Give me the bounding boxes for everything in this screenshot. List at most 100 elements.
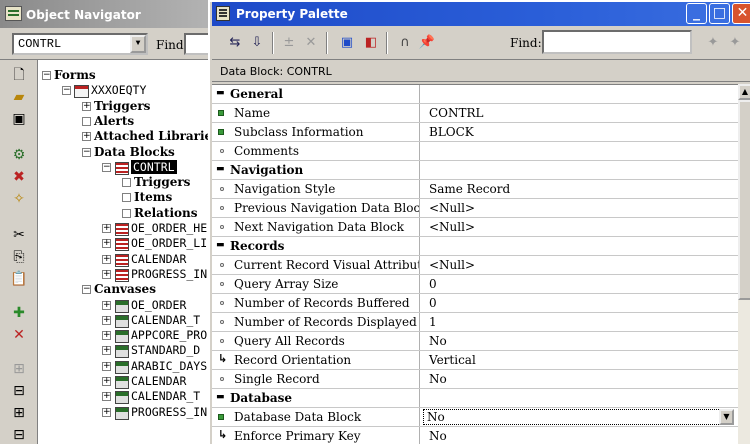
collapse-icon[interactable]: − [102, 162, 111, 172]
property-row[interactable]: Query Array Size 0 [212, 275, 738, 294]
property-value-cell[interactable]: No [421, 332, 738, 350]
collapse-icon[interactable]: − [82, 147, 91, 157]
save-icon[interactable]: ▣ [10, 110, 28, 128]
add-property-icon[interactable]: ± [280, 34, 298, 52]
property-value-cell[interactable]: Same Record [421, 180, 738, 198]
run-icon[interactable]: ⚙ [10, 146, 28, 164]
tree-node[interactable]: − CONTRL [102, 159, 177, 175]
property-class-icon[interactable]: ▣ [338, 34, 356, 52]
leaf-node-icon[interactable] [122, 193, 131, 203]
tree-node[interactable]: + OE_ORDER_LI [102, 236, 207, 252]
scroll-up-arrow-icon[interactable]: ▲ [738, 84, 750, 100]
expand-icon[interactable]: + [102, 361, 111, 371]
property-value-cell[interactable]: <Null> [421, 199, 738, 217]
tree-node[interactable]: − Canvases [82, 282, 156, 297]
leaf-node-icon[interactable] [82, 116, 91, 126]
copy-icon[interactable]: ⎘ [10, 248, 28, 266]
tree-node[interactable]: − XXXOEQTY [62, 83, 146, 99]
property-row[interactable]: Next Navigation Data Block <Null> [212, 218, 738, 237]
collapse-section-icon[interactable]: ▬ [216, 89, 225, 98]
expand-icon[interactable]: + [102, 239, 111, 249]
property-row[interactable]: Name CONTRL [212, 104, 738, 123]
expand-icon[interactable]: ⊞ [10, 360, 28, 378]
property-section-row[interactable]: ▬ Records [212, 237, 738, 256]
palette-find-input[interactable] [542, 30, 692, 54]
property-row[interactable]: Previous Navigation Data Block <Null> [212, 199, 738, 218]
tree-node[interactable]: + CALENDAR [102, 252, 186, 267]
property-row[interactable]: Subclass Information BLOCK [212, 123, 738, 142]
expand-icon[interactable]: + [102, 254, 111, 264]
property-row[interactable]: Current Record Visual Attribute Grou <Nul… [212, 256, 738, 275]
search-backward-icon[interactable]: ✦ [726, 34, 744, 52]
expand-icon[interactable]: + [102, 346, 111, 356]
tree-node[interactable]: + Triggers [82, 99, 150, 114]
property-row[interactable]: ↳ Record Orientation Vertical [212, 351, 738, 370]
property-row[interactable]: ↳ Enforce Primary Key No [212, 427, 738, 444]
tree-node[interactable]: + CALENDAR [102, 374, 186, 389]
tree-node[interactable]: + STANDARD_D [102, 343, 200, 359]
paste-properties-icon[interactable]: ⇩ [248, 34, 266, 52]
expand-icon[interactable]: + [102, 392, 111, 402]
expand-icon[interactable]: + [102, 407, 111, 417]
collapse-section-icon[interactable]: ▬ [216, 241, 225, 250]
collapse-icon[interactable]: − [82, 285, 91, 295]
property-value-cell[interactable]: 0 [421, 294, 738, 312]
copy-properties-icon[interactable]: ⇆ [226, 34, 244, 52]
module-select[interactable]: CONTRL ▼ [12, 33, 148, 55]
expand-icon[interactable]: + [82, 101, 91, 111]
expand-icon[interactable]: + [102, 224, 111, 233]
leaf-node-icon[interactable] [122, 208, 131, 218]
remove-property-icon[interactable]: ✕ [302, 34, 320, 52]
property-value-cell[interactable]: BLOCK [421, 123, 738, 141]
tree-node[interactable]: + OE_ORDER [102, 298, 186, 313]
tree-node[interactable]: + Attached Libraries [82, 129, 210, 144]
property-value-cell[interactable]: Vertical [421, 351, 738, 369]
maximize-button[interactable]: □ [709, 3, 730, 24]
property-value-cell[interactable]: No [421, 427, 738, 444]
tree-node[interactable]: + PROGRESS_IN [102, 267, 207, 282]
property-section-row[interactable]: ▬ General [212, 85, 738, 104]
freeze-pin-icon[interactable]: 📌 [418, 34, 436, 52]
tree-node[interactable]: + PROGRESS_IN [102, 405, 207, 420]
tree-node[interactable]: − Data Blocks [82, 145, 175, 160]
expand-all-icon[interactable]: ⊞ [10, 404, 28, 422]
navigator-titlebar[interactable]: Object Navigator [0, 0, 220, 28]
property-grid-scrollbar[interactable]: ▲ [738, 84, 750, 444]
create-icon[interactable]: ✚ [10, 304, 28, 322]
inherit-icon[interactable]: ∩ [396, 34, 414, 52]
paste-icon[interactable]: 📋 [10, 270, 28, 288]
new-file-icon[interactable]: 🗋 [10, 66, 28, 84]
property-row[interactable]: Comments [212, 142, 738, 161]
expand-icon[interactable]: + [102, 331, 111, 341]
property-value-select[interactable]: No [423, 409, 731, 425]
wizard-icon[interactable]: ✧ [10, 190, 28, 208]
tree-node[interactable]: Items [122, 190, 172, 205]
property-section-row[interactable]: ▬ Navigation [212, 161, 738, 180]
tree-node[interactable]: − Forms [42, 68, 96, 83]
property-row[interactable]: Single Record No [212, 370, 738, 389]
property-value-cell[interactable]: CONTRL [421, 104, 738, 122]
property-value-cell[interactable]: 1 [421, 313, 738, 331]
expand-icon[interactable]: + [102, 300, 111, 310]
delete-icon[interactable]: ✕ [10, 326, 28, 344]
collapse-all-icon[interactable]: ⊟ [10, 426, 28, 444]
property-value-cell[interactable] [421, 142, 738, 160]
debug-icon[interactable]: ✖ [10, 168, 28, 186]
tree-node[interactable]: Alerts [82, 114, 134, 129]
close-button[interactable]: ✕ [732, 3, 750, 24]
tree-node[interactable]: + ARABIC_DAYS [102, 359, 207, 374]
property-section-row[interactable]: ▬ Database [212, 389, 738, 408]
collapse-section-icon[interactable]: ▬ [216, 165, 225, 174]
minimize-button[interactable]: _ [686, 3, 707, 24]
property-value-cell[interactable]: <Null> [421, 218, 738, 236]
property-value-cell[interactable]: <Null> [421, 256, 738, 274]
intersection-icon[interactable]: ◧ [362, 34, 380, 52]
property-value-cell[interactable]: No ▼ [421, 408, 738, 426]
expand-icon[interactable]: + [102, 315, 111, 325]
property-row[interactable]: Number of Records Displayed 1 [212, 313, 738, 332]
expand-icon[interactable]: + [102, 377, 111, 386]
tree-node[interactable]: + OE_ORDER_HE [102, 221, 207, 236]
chevron-down-icon[interactable]: ▼ [719, 409, 734, 425]
property-row[interactable]: Database Data Block No ▼ [212, 408, 738, 427]
chevron-down-icon[interactable]: ▼ [130, 35, 146, 53]
